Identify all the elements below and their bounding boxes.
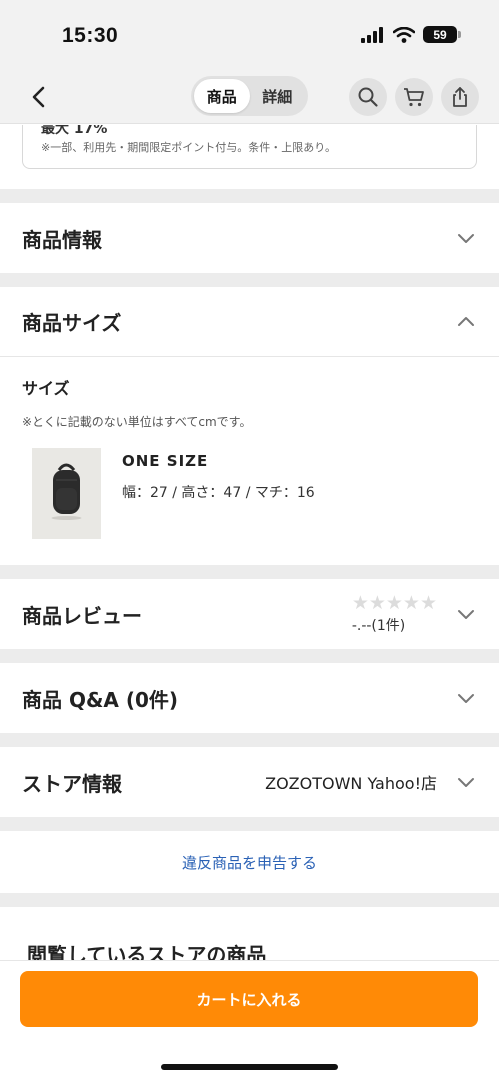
divider <box>0 733 499 747</box>
point-rate: 最大 17% <box>41 125 108 137</box>
search-icon <box>358 87 378 107</box>
chevron-down-icon <box>458 694 474 703</box>
divider <box>0 893 499 907</box>
qa-section[interactable]: 商品 Q&A (0件) <box>0 663 499 733</box>
store-info-section[interactable]: ストア情報 ZOZOTOWN Yahoo!店 <box>0 747 499 817</box>
point-note: ※一部、利用先・期間限定ポイント付与。条件・上限あり。 <box>41 141 336 154</box>
nav-header: 商品 詳細 <box>0 70 499 124</box>
divider <box>0 565 499 579</box>
size-note: ※とくに記載のない単位はすべてcmです。 <box>22 415 252 429</box>
segment-control: 商品 詳細 <box>191 76 308 116</box>
divider <box>0 649 499 663</box>
add-to-cart-button[interactable]: カートに入れる <box>20 971 478 1027</box>
backpack-image <box>32 448 101 539</box>
product-thumbnail <box>32 448 101 539</box>
signal-icon <box>361 26 383 43</box>
product-info-section[interactable]: 商品情報 <box>0 203 499 273</box>
tab-product[interactable]: 商品 <box>194 79 250 113</box>
status-time: 15:30 <box>62 24 119 47</box>
status-icons: 59 <box>361 26 461 43</box>
review-count: -.--(1件) <box>351 618 406 634</box>
store-name: ZOZOTOWN Yahoo!店 <box>265 774 437 793</box>
size-dimensions: 幅：27 / 高さ：47 / マチ：16 <box>122 485 315 501</box>
home-indicator[interactable] <box>161 1064 338 1070</box>
size-label: サイズ <box>22 379 70 398</box>
chevron-down-icon <box>458 610 474 619</box>
chevron-down-icon <box>458 778 474 787</box>
chevron-up-icon <box>458 316 474 326</box>
review-section[interactable]: 商品レビュー ★★★★★ -.--(1件) <box>0 579 499 649</box>
star-rating-icon: ★★★★★ <box>351 592 437 614</box>
size-row: ONE SIZE 幅：27 / 高さ：47 / マチ：16 <box>22 448 477 539</box>
product-size-body: サイズ ※とくに記載のない単位はすべてcmです。 ONE SIZE 幅：27 /… <box>0 357 499 565</box>
section-title: 商品情報 <box>22 227 102 252</box>
cart-button[interactable] <box>395 78 433 116</box>
share-icon <box>453 87 467 107</box>
battery-icon: 59 <box>423 26 461 43</box>
size-info: ONE SIZE 幅：27 / 高さ：47 / マチ：16 <box>122 448 315 539</box>
divider <box>0 817 499 831</box>
chevron-left-icon <box>32 86 45 108</box>
wifi-icon <box>393 26 415 43</box>
bottom-action-bar: カートに入れる <box>0 960 499 1080</box>
tab-details[interactable]: 詳細 <box>250 79 306 113</box>
review-summary: ★★★★★ -.--(1件) <box>352 593 477 635</box>
point-info-box: 最大 17% ※一部、利用先・期間限定ポイント付与。条件・上限あり。 <box>22 125 477 169</box>
share-button[interactable] <box>441 78 479 116</box>
search-button[interactable] <box>349 78 387 116</box>
product-size-section-header[interactable]: 商品サイズ <box>0 287 499 357</box>
back-button[interactable] <box>24 82 54 112</box>
divider <box>0 273 499 287</box>
section-title: ストア情報 <box>22 771 122 796</box>
status-bar: 15:30 59 <box>0 0 499 70</box>
chevron-down-icon <box>458 234 474 243</box>
section-title: 商品レビュー <box>22 603 142 628</box>
divider <box>0 189 499 203</box>
section-title: 商品 Q&A (0件) <box>22 687 179 712</box>
section-title: 商品サイズ <box>22 311 122 335</box>
cart-icon <box>404 88 424 107</box>
report-violation-link[interactable]: 違反商品を申告する <box>0 831 499 893</box>
size-name: ONE SIZE <box>122 452 209 470</box>
content: 最大 17% ※一部、利用先・期間限定ポイント付与。条件・上限あり。 商品情報 … <box>0 125 499 981</box>
